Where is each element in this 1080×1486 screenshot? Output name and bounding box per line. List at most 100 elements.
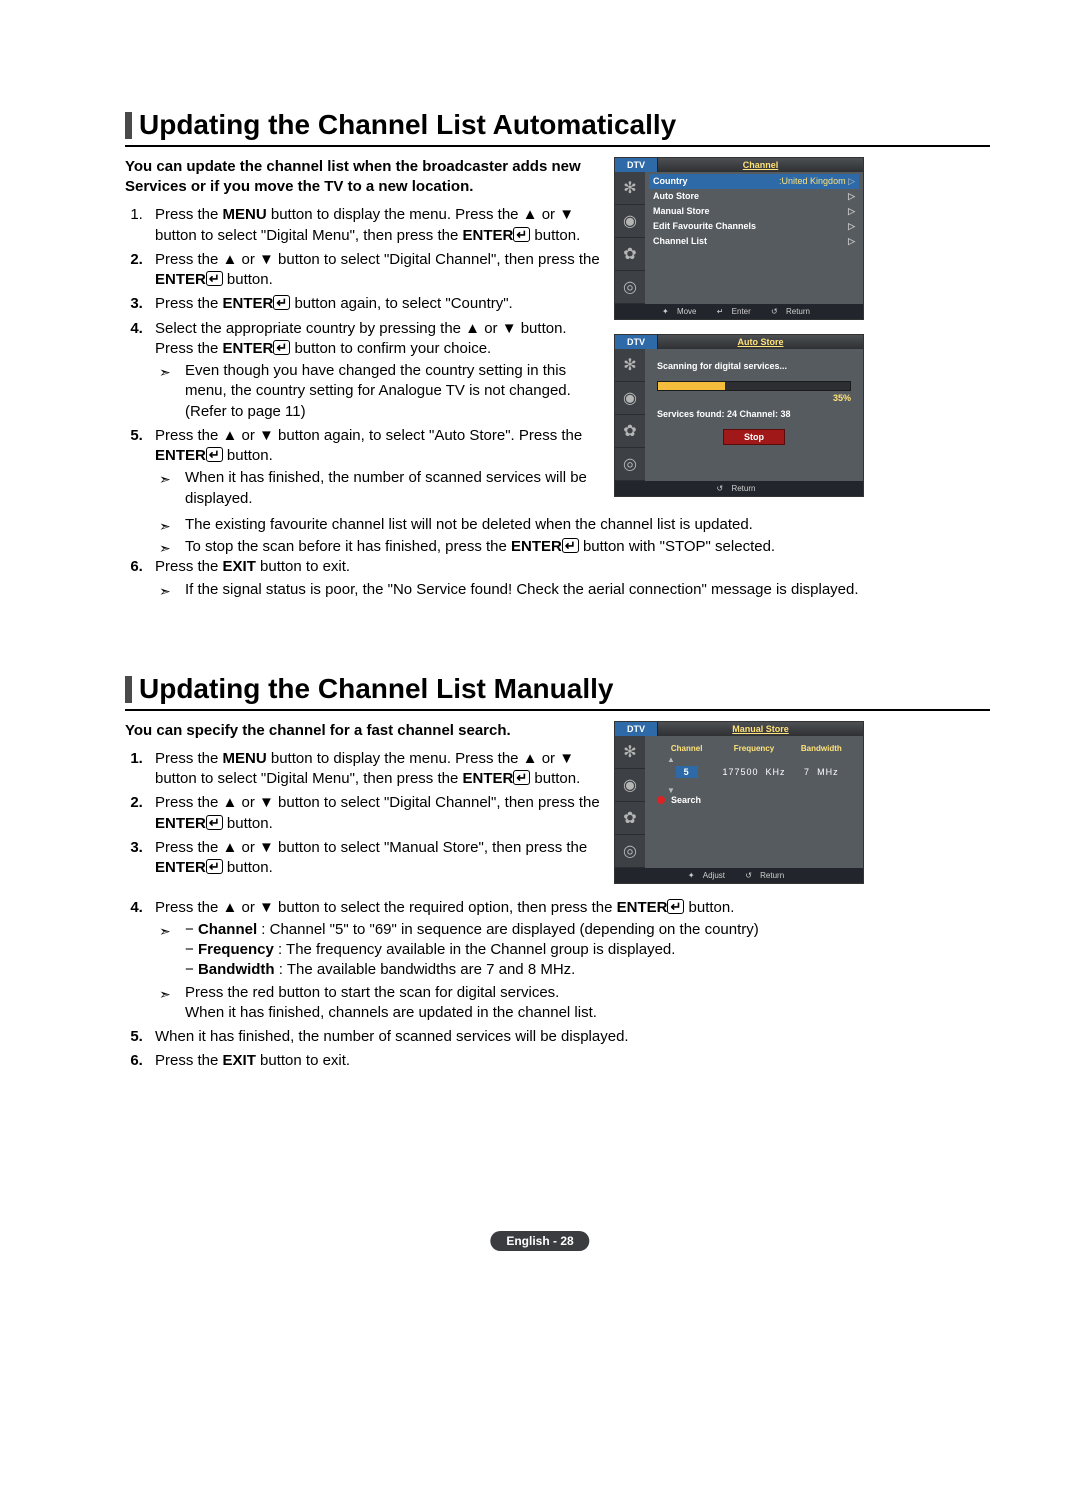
gear-icon: ✿ <box>615 802 645 835</box>
col-channel: Channel <box>653 744 720 753</box>
move-hint: ✦ Move <box>662 307 703 316</box>
col-bandwidth: Bandwidth <box>788 744 855 753</box>
return-hint: ↺ Return <box>717 484 762 493</box>
section2-screenshots: DTV Manual Store ✻ ◉ ✿ ◎ Channel Frequen… <box>614 721 864 898</box>
pointer-icon: ➣ <box>159 517 177 537</box>
val-frequency: 177500 KHz <box>720 767 787 777</box>
step: Press the ▲ or ▼ button to select "Digit… <box>147 793 600 834</box>
tool-icon: ◉ <box>615 205 645 238</box>
osd2-dtv: DTV <box>615 335 657 349</box>
section2-steps-narrow: Press the MENU button to display the men… <box>125 749 600 879</box>
osd-channel-menu: DTV Channel ✻ ◉ ✿ ◎ Country:United Kingd… <box>614 157 864 320</box>
chevron-down-icon: ▼ <box>649 786 859 795</box>
menu-item[interactable]: Edit Favourite Channels▷ <box>649 219 859 234</box>
osd1-footer: ✦ Move ↵ Enter ↺ Return <box>615 304 863 319</box>
section1-lead: You can update the channel list when the… <box>125 157 600 198</box>
tool-icon: ◉ <box>615 382 645 415</box>
stop-button[interactable]: Stop <box>723 429 785 445</box>
note: ➣The existing favourite channel list wil… <box>159 515 990 535</box>
step: Press the ▲ or ▼ button again, to select… <box>147 426 600 509</box>
section1-text: You can update the channel list when the… <box>125 157 600 513</box>
osd-sidebar: ✻ ◉ ✿ ◎ <box>615 736 645 868</box>
osd1-menu: Country:United Kingdom ▷Auto Store▷Manua… <box>645 172 863 304</box>
step: Press the ▲ or ▼ button to select "Digit… <box>147 250 600 291</box>
progress-pct: 35% <box>657 393 851 403</box>
gear-icon: ✿ <box>615 415 645 448</box>
search-label: Search <box>671 795 701 805</box>
menu-item[interactable]: Manual Store▷ <box>649 204 859 219</box>
step: Press the ▲ or ▼ button to select "Manua… <box>147 838 600 879</box>
globe-icon: ✻ <box>615 736 645 769</box>
step: Press the MENU button to display the men… <box>147 205 600 246</box>
menu-item[interactable]: Auto Store▷ <box>649 189 859 204</box>
note: ➣− Channel : Channel "5" to "69" in sequ… <box>159 920 990 981</box>
search-row[interactable]: Search <box>649 795 859 811</box>
step: Press the EXIT button to exit.➣If the si… <box>147 557 990 600</box>
progress-fill <box>658 382 725 390</box>
osd-sidebar: ✻ ◉ ✿ ◎ <box>615 172 645 304</box>
pointer-icon: ➣ <box>159 922 177 983</box>
section1-steps-narrow: Press the MENU button to display the men… <box>125 205 600 509</box>
osd3-footer: ✦ Adjust ↺ Return <box>615 868 863 883</box>
misc-icon: ◎ <box>615 448 645 481</box>
osd3-dtv: DTV <box>615 722 657 736</box>
pointer-icon: ➣ <box>159 470 177 511</box>
col-frequency: Frequency <box>720 744 787 753</box>
note: ➣Even though you have changed the countr… <box>159 361 600 422</box>
section2-lead: You can specify the channel for a fast c… <box>125 721 600 741</box>
return-hint: ↺ Return <box>771 307 816 316</box>
step: Press the EXIT button to exit. <box>147 1051 990 1071</box>
osd1-tab: Channel <box>657 158 863 172</box>
osd3-tab: Manual Store <box>657 722 863 736</box>
misc-icon: ◎ <box>615 835 645 868</box>
globe-icon: ✻ <box>615 172 645 205</box>
osd1-dtv: DTV <box>615 158 657 172</box>
val-bandwidth: 7 MHz <box>788 767 855 777</box>
osd2-body: Scanning for digital services... 35% Ser… <box>645 349 863 481</box>
red-dot-icon <box>657 796 665 804</box>
menu-item[interactable]: Channel List▷ <box>649 234 859 249</box>
section2-steps-wide: Press the ▲ or ▼ button to select the re… <box>125 898 990 1072</box>
val-channel[interactable]: 5 <box>653 766 720 778</box>
section1-title: Updating the Channel List Automatically <box>125 110 990 147</box>
osd-auto-store: DTV Auto Store ✻ ◉ ✿ ◎ Scanning for digi… <box>614 334 864 497</box>
osd2-footer: ↺ Return <box>615 481 863 496</box>
step: When it has finished, the number of scan… <box>147 1027 990 1047</box>
pointer-icon: ➣ <box>159 539 177 559</box>
section2-title: Updating the Channel List Manually <box>125 674 990 711</box>
progress-bar <box>657 381 851 391</box>
return-hint: ↺ Return <box>745 871 790 880</box>
section2-body: You can specify the channel for a fast c… <box>125 721 990 898</box>
manual-page: Updating the Channel List Automatically … <box>0 0 1080 1486</box>
step: Press the ▲ or ▼ button to select the re… <box>147 898 990 1024</box>
adjust-hint: ✦ Adjust <box>688 871 731 880</box>
scan-status: Scanning for digital services... <box>657 361 851 371</box>
pointer-icon: ➣ <box>159 985 177 1026</box>
section2-text: You can specify the channel for a fast c… <box>125 721 600 898</box>
section1-screenshots: DTV Channel ✻ ◉ ✿ ◎ Country:United Kingd… <box>614 157 864 513</box>
osd3-body: Channel Frequency Bandwidth ▲ 5 177500 K… <box>645 736 863 868</box>
tool-icon: ◉ <box>615 769 645 802</box>
services-found: Services found: 24 Channel: 38 <box>657 409 851 419</box>
step: Press the MENU button to display the men… <box>147 749 600 790</box>
osd-manual-store: DTV Manual Store ✻ ◉ ✿ ◎ Channel Frequen… <box>614 721 864 884</box>
enter-hint: ↵ Enter <box>717 307 757 316</box>
note: ➣When it has finished, the number of sca… <box>159 468 600 509</box>
section1-steps-wide: Press the EXIT button to exit.➣If the si… <box>125 557 990 600</box>
osd2-tab: Auto Store <box>657 335 863 349</box>
note: ➣If the signal status is poor, the "No S… <box>159 580 990 600</box>
step: Select the appropriate country by pressi… <box>147 319 600 422</box>
pointer-icon: ➣ <box>159 363 177 424</box>
osd-sidebar: ✻ ◉ ✿ ◎ <box>615 349 645 481</box>
chevron-up-icon: ▲ <box>649 755 859 764</box>
pointer-icon: ➣ <box>159 582 177 602</box>
note: ➣Press the red button to start the scan … <box>159 983 990 1024</box>
note: ➣To stop the scan before it has finished… <box>159 537 990 557</box>
page-number: English - 28 <box>490 1231 589 1251</box>
menu-item[interactable]: Country:United Kingdom ▷ <box>649 174 859 189</box>
section1-body: You can update the channel list when the… <box>125 157 990 513</box>
misc-icon: ◎ <box>615 271 645 304</box>
step: Press the ENTER↵ button again, to select… <box>147 294 600 314</box>
globe-icon: ✻ <box>615 349 645 382</box>
gear-icon: ✿ <box>615 238 645 271</box>
